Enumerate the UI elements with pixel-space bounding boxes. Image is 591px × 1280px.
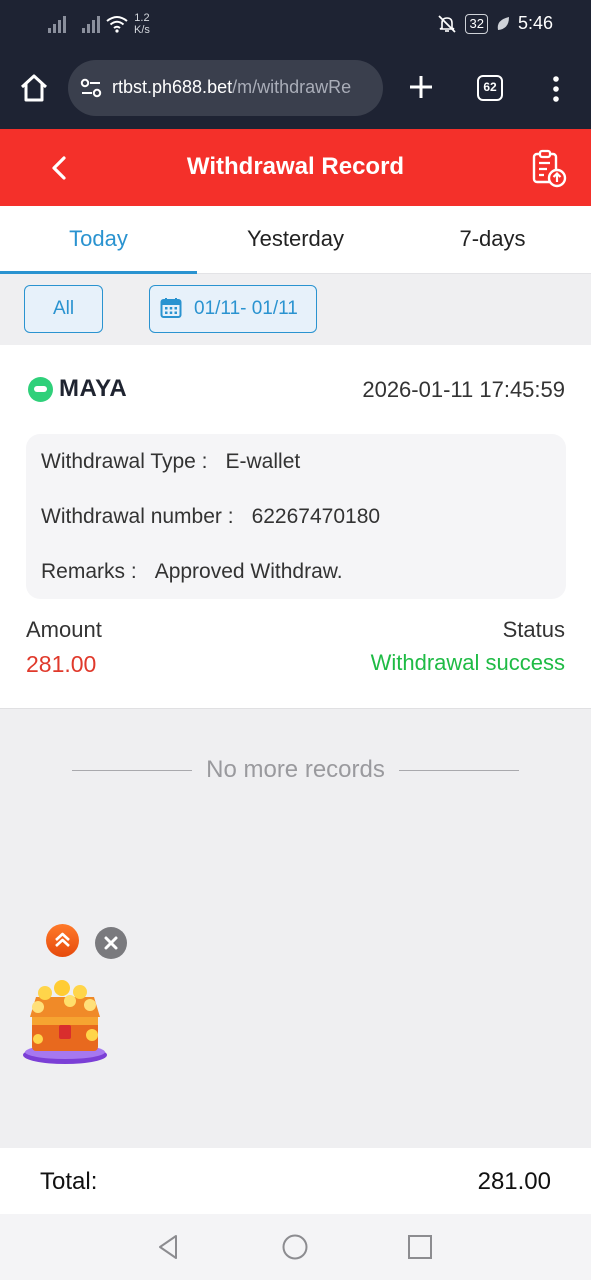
amount-label: Amount: [26, 617, 102, 642]
divider-line: [72, 769, 193, 771]
signal-icon: [82, 15, 100, 33]
date-range-text: 01/11- 01/11: [194, 298, 298, 319]
leaf-icon: [497, 16, 509, 30]
back-nav-icon[interactable]: [154, 1232, 184, 1262]
detail-label: Withdrawal number :: [41, 505, 234, 528]
total-bar: Total: 281.00: [0, 1148, 591, 1214]
url-text[interactable]: rtbst.ph688.bet/m/withdrawRe: [112, 77, 374, 98]
app-header: Withdrawal Record: [0, 129, 591, 206]
detail-value: 62267470180: [251, 505, 381, 528]
plus-icon[interactable]: [406, 72, 436, 102]
home-icon[interactable]: [18, 72, 50, 104]
amount-value: 281.00: [26, 651, 97, 677]
record-details: Withdrawal Type : E-wallet Withdrawal num…: [26, 434, 566, 599]
recents-nav-icon[interactable]: [405, 1232, 435, 1262]
detail-label: Remarks :: [41, 560, 137, 583]
tab-7-days[interactable]: 7-days: [394, 206, 591, 274]
detail-row-type: Withdrawal Type : E-wallet: [41, 450, 300, 474]
list-end-text: No more records: [206, 756, 385, 783]
tabs-icon[interactable]: 62: [477, 75, 503, 101]
network-speed-unit: K/s: [134, 24, 150, 36]
date-range-button[interactable]: 01/11- 01/11: [149, 285, 317, 333]
url-path: /m/withdrawRe: [232, 77, 352, 97]
total-value: 281.00: [477, 1168, 551, 1195]
total-label: Total:: [40, 1168, 98, 1195]
battery-icon: 32: [465, 13, 488, 34]
date-tabs: Today Yesterday 7-days: [0, 206, 591, 274]
signal-icon: [48, 15, 66, 33]
type-filter-button[interactable]: All: [24, 285, 103, 333]
network-speed: 1.2 K/s: [134, 12, 150, 36]
system-nav-bar: [0, 1214, 591, 1280]
calendar-icon: [160, 298, 182, 318]
tab-today[interactable]: Today: [0, 206, 197, 274]
channel: MAYA: [28, 375, 127, 403]
clock: 5:46: [517, 13, 553, 33]
address-bar[interactable]: rtbst.ph688.bet/m/withdrawRe: [68, 60, 383, 116]
status-left: 1.2 K/s: [48, 12, 150, 36]
close-icon[interactable]: [95, 927, 127, 959]
maya-logo-icon: [28, 376, 53, 402]
network-speed-value: 1.2: [134, 12, 150, 24]
detail-row-remarks: Remarks : Approved Withdraw.: [41, 560, 343, 584]
site-settings-icon[interactable]: [80, 78, 102, 98]
home-nav-icon[interactable]: [280, 1232, 310, 1262]
scroll-top-icon[interactable]: [46, 924, 79, 957]
withdrawal-record-card[interactable]: MAYA 2026-01-11 17:45:59 Withdrawal Type…: [0, 345, 591, 709]
clipboard-export-icon[interactable]: [528, 147, 570, 189]
record-datetime: 2026-01-11 17:45:59: [362, 377, 565, 402]
browser-toolbar: rtbst.ph688.bet/m/withdrawRe 62: [0, 50, 591, 129]
page-title: Withdrawal Record: [186, 153, 405, 180]
status-label: Status: [502, 617, 565, 642]
mute-icon: [438, 14, 457, 33]
status-right: 32 5:46: [437, 13, 553, 34]
double-chevron-up-icon: [55, 932, 70, 947]
detail-label: Withdrawal Type :: [41, 450, 208, 473]
treasure-chest-icon[interactable]: [20, 975, 110, 1067]
x-icon: [104, 936, 118, 950]
list-end-divider: No more records: [0, 755, 591, 785]
status-value: Withdrawal success: [370, 650, 565, 675]
channel-name: MAYA: [59, 375, 128, 402]
more-icon[interactable]: [548, 75, 564, 103]
wifi-icon: [106, 16, 128, 33]
filter-bar: All 01/11- 01/11: [0, 274, 591, 345]
tab-yesterday[interactable]: Yesterday: [197, 206, 394, 274]
detail-row-number: Withdrawal number : 62267470180: [41, 505, 380, 529]
url-host: rtbst.ph688.bet: [112, 77, 233, 97]
divider-line: [398, 769, 519, 771]
status-bar: 1.2 K/s 32 5:46: [0, 0, 591, 50]
detail-value: E-wallet: [225, 450, 301, 473]
detail-value: Approved Withdraw.: [154, 560, 343, 583]
